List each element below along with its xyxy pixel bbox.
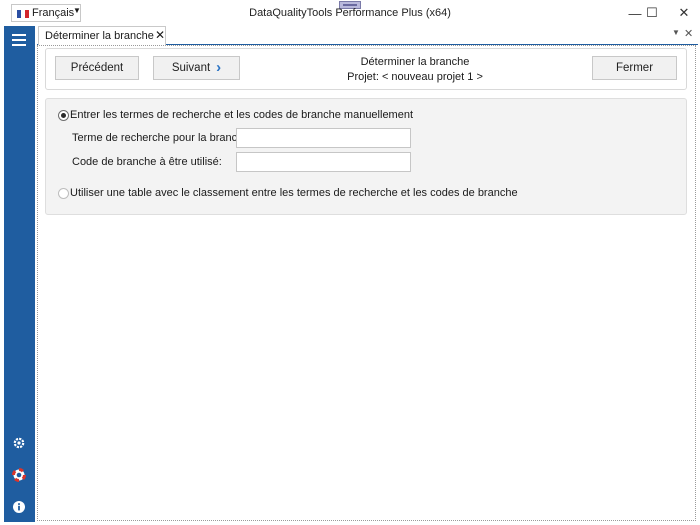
search-term-label: Terme de recherche pour la branche: — [72, 132, 253, 144]
tab-list-dropdown-icon[interactable]: ▼ — [672, 28, 680, 37]
manual-entry-label: Entrer les termes de recherche et les co… — [70, 109, 414, 121]
chevron-right-icon: › — [216, 59, 222, 76]
tab-determine-branch[interactable]: Déterminer la branche ✕ — [38, 26, 166, 45]
close-window-button[interactable]: ✕ — [667, 0, 700, 26]
info-icon[interactable] — [12, 500, 26, 514]
branch-code-label: Code de branche à être utilisé: — [72, 156, 222, 168]
next-label: Suivant — [171, 62, 211, 74]
table-mapping-label: Utiliser une table avec le classement en… — [70, 187, 518, 199]
sidebar — [4, 26, 35, 522]
window-title: DataQualityTools Performance Plus (x64) — [249, 7, 451, 19]
close-button[interactable]: Fermer — [592, 56, 677, 80]
lifebuoy-icon[interactable] — [12, 468, 26, 482]
step-title: Déterminer la branche — [360, 56, 470, 68]
title-bar: Français ▼ DataQualityTools Performance … — [0, 0, 700, 26]
next-button[interactable]: Suivant › — [153, 56, 240, 80]
menu-icon[interactable] — [12, 34, 26, 46]
tab-label: Déterminer la branche — [45, 30, 154, 42]
close-label: Fermer — [615, 62, 654, 74]
maximize-button[interactable]: ☐ — [635, 0, 669, 26]
branch-code-input[interactable] — [236, 152, 411, 172]
caret-down-icon: ▼ — [73, 6, 81, 15]
close-all-tabs-icon[interactable]: ✕ — [684, 27, 693, 40]
gear-icon[interactable] — [12, 436, 26, 450]
previous-button[interactable]: Précédent — [55, 56, 139, 80]
previous-label: Précédent — [70, 62, 124, 74]
language-label: Français — [32, 7, 75, 19]
french-flag-icon — [17, 10, 29, 18]
table-mapping-radio[interactable] — [58, 188, 69, 199]
project-name: Projet: < nouveau projet 1 > — [347, 71, 483, 83]
manual-entry-radio[interactable] — [58, 110, 69, 121]
search-term-input[interactable] — [236, 128, 411, 148]
tab-close-icon[interactable]: ✕ — [155, 28, 165, 42]
language-selector[interactable]: Français ▼ — [11, 4, 81, 22]
wizard-toolbar — [45, 48, 687, 90]
